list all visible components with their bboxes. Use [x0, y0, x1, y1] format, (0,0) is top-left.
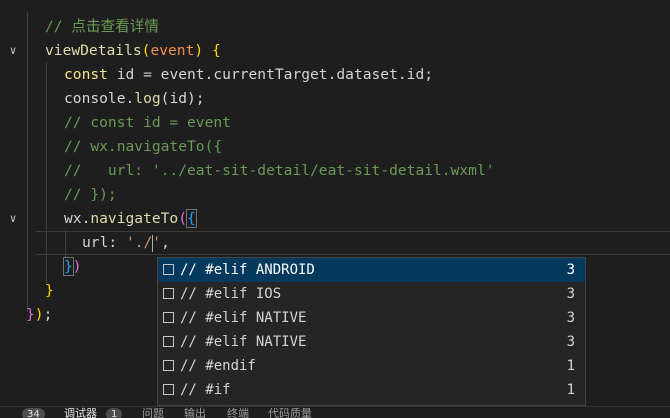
- code-text: console.: [64, 90, 135, 107]
- snippet-icon: [163, 288, 174, 299]
- brace: }: [45, 282, 54, 299]
- code-line[interactable]: ∨ viewDetails(event) {: [0, 39, 221, 63]
- code-line[interactable]: url: './',: [0, 231, 170, 255]
- paren: (: [178, 210, 188, 227]
- function-name: navigateTo: [90, 210, 179, 227]
- suggestion-label: endif: [213, 358, 256, 374]
- snippet-icon: [163, 384, 174, 395]
- code-line[interactable]: console.log(id);: [0, 87, 205, 111]
- suggestion-prefix: // #: [180, 286, 214, 302]
- code-line[interactable]: // wx.navigateTo({: [0, 135, 222, 159]
- suggestion-item[interactable]: // #elif NATIVE 3: [158, 306, 585, 330]
- suggestion-count: 1: [566, 358, 575, 374]
- comment: // });: [64, 186, 117, 203]
- code-line[interactable]: const id = event.currentTarget.dataset.i…: [0, 63, 433, 87]
- code-line[interactable]: // 点击查看详情: [0, 15, 159, 39]
- suggestion-label: elif ANDROID: [213, 262, 315, 278]
- suggestion-item[interactable]: // #elif NATIVE 3: [158, 330, 585, 354]
- suggestion-prefix: // #: [180, 310, 214, 326]
- code-text: url:: [82, 234, 126, 251]
- fold-chevron-icon[interactable]: ∨: [6, 39, 20, 63]
- suggestion-prefix: // #: [180, 334, 214, 350]
- suggestion-count: 3: [566, 334, 575, 350]
- suggestion-label: elif NATIVE: [213, 334, 307, 350]
- param: event: [150, 42, 195, 59]
- code-line[interactable]: }): [0, 255, 82, 279]
- comment: // 点击查看详情: [45, 18, 159, 35]
- suggestion-prefix: // #: [180, 262, 214, 278]
- paren: ): [72, 258, 82, 275]
- snippet-icon: [163, 312, 174, 323]
- code-line[interactable]: // url: '../eat-sit-detail/eat-sit-detai…: [0, 159, 495, 183]
- comment: // url: '../eat-sit-detail/eat-sit-detai…: [64, 162, 495, 179]
- suggestion-item[interactable]: // #if 1: [158, 378, 585, 402]
- string: './: [125, 234, 153, 251]
- suggestion-label: if: [213, 382, 231, 398]
- suggestion-item[interactable]: // #elif ANDROID 3: [158, 258, 585, 282]
- brace: }: [63, 257, 74, 276]
- keyword: const: [64, 66, 108, 83]
- suggestion-item[interactable]: // #endif 1: [158, 354, 585, 378]
- function-name: viewDetails: [45, 42, 142, 59]
- code-text: ,: [161, 234, 170, 251]
- autocomplete-suggestions[interactable]: // #elif ANDROID 3 // #elif IOS 3 // #el…: [157, 257, 586, 406]
- suggestion-label: elif NATIVE: [213, 310, 307, 326]
- code-text: id = event.currentTarget.dataset.id;: [107, 66, 434, 83]
- code-line[interactable]: }: [0, 279, 54, 303]
- snippet-icon: [163, 360, 174, 371]
- comment: // wx.navigateTo({: [64, 138, 223, 155]
- paren: ): [34, 306, 44, 323]
- suggestion-item[interactable]: // #elif IOS 3: [158, 282, 585, 306]
- code-editor[interactable]: // 点击查看详情 ∨ viewDetails(event) { const i…: [0, 0, 670, 406]
- suggestion-count: 1: [566, 382, 575, 398]
- suggestion-prefix: // #: [180, 358, 214, 374]
- brace: {: [186, 209, 197, 228]
- comment: // const id = event: [64, 114, 231, 131]
- suggestion-prefix: // #: [180, 382, 214, 398]
- code-text: (id);: [160, 90, 205, 107]
- brace: {: [203, 42, 221, 59]
- fold-chevron-icon[interactable]: ∨: [6, 207, 20, 231]
- code-line[interactable]: // });: [0, 183, 117, 207]
- function-name: log: [134, 90, 161, 107]
- code-line[interactable]: ∨ wx.navigateTo({: [0, 207, 197, 231]
- semicolon: ;: [43, 306, 53, 323]
- string: ': [152, 234, 162, 251]
- suggestion-count: 3: [566, 286, 575, 302]
- code-text: wx.: [64, 210, 91, 227]
- suggestion-count: 3: [566, 262, 575, 278]
- suggestion-label: elif IOS: [213, 286, 282, 302]
- panel-tab-bar: 34 调试器 1 问题 输出 终端 代码质量: [0, 406, 670, 418]
- paren: ): [194, 42, 204, 59]
- code-line[interactable]: });: [0, 303, 52, 327]
- snippet-icon: [163, 264, 174, 275]
- snippet-icon: [163, 336, 174, 347]
- brace: }: [26, 306, 35, 323]
- suggestion-count: 3: [566, 310, 575, 326]
- code-line[interactable]: // const id = event: [0, 111, 231, 135]
